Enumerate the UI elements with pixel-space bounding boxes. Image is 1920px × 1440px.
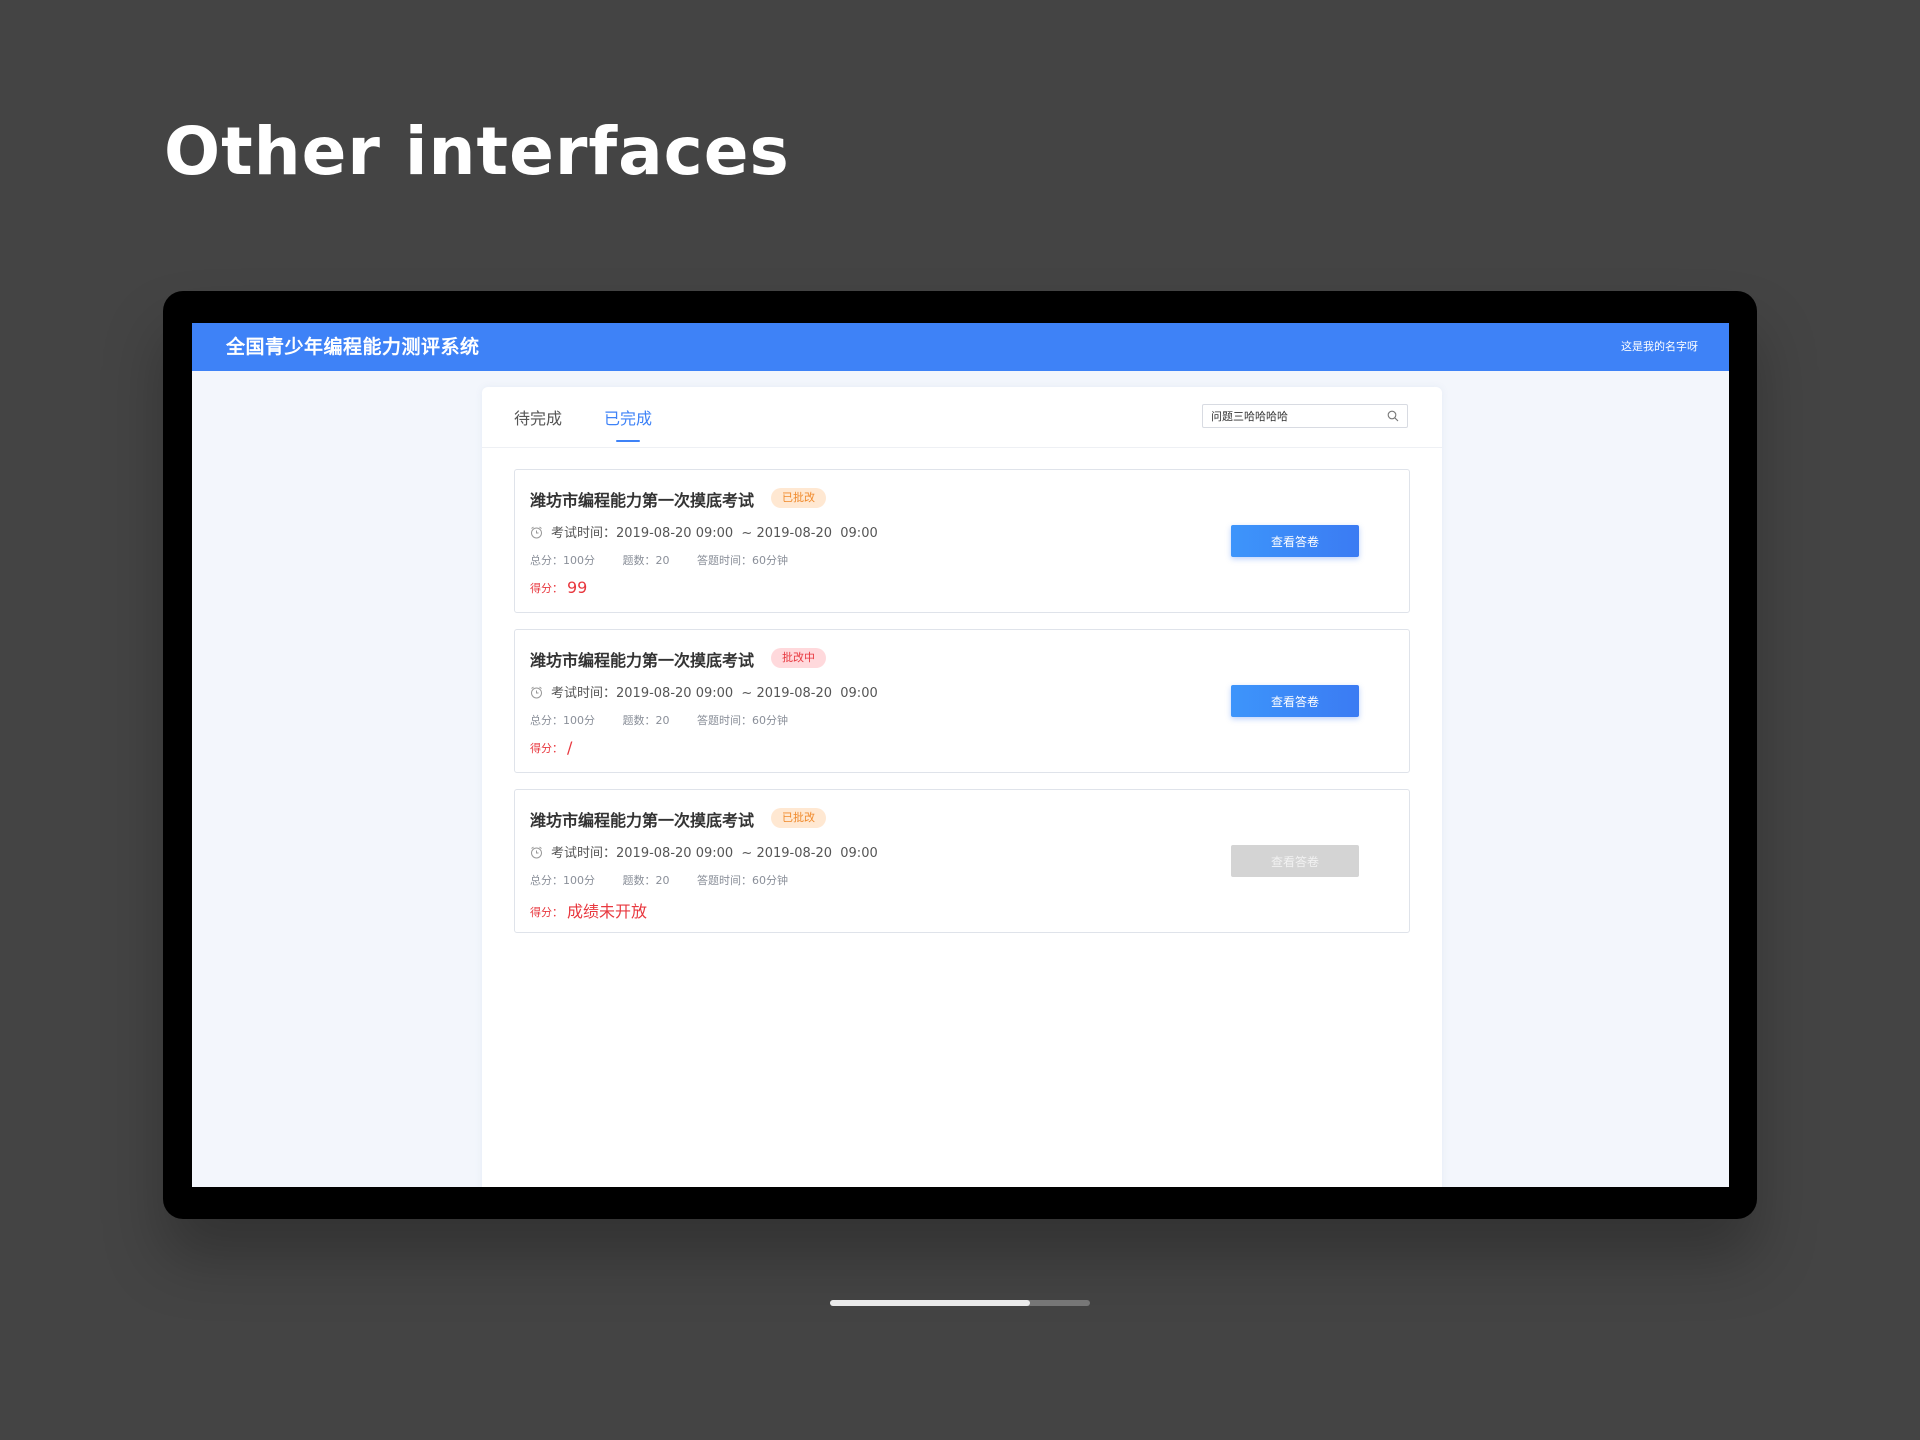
top-bar: 全国青少年编程能力测评系统 这是我的名字呀 bbox=[192, 323, 1729, 371]
exam-time-row: 考试时间：2019-08-20 09:00 ~ 2019-08-20 09:00 bbox=[530, 682, 878, 701]
status-badge: 已批改 bbox=[771, 808, 826, 828]
tab-pending[interactable]: 待完成 bbox=[514, 405, 562, 441]
exam-meta-row: 总分：100分 题数：20 答题时间：60分钟 bbox=[530, 552, 812, 568]
answer-duration: 答题时间：60分钟 bbox=[697, 714, 788, 727]
search-input[interactable] bbox=[1211, 405, 1381, 427]
clock-icon bbox=[531, 526, 542, 539]
exam-meta-row: 总分：100分 题数：20 答题时间：60分钟 bbox=[530, 872, 812, 888]
exam-time-label: 考试时间： bbox=[551, 686, 617, 701]
score-label: 得分： bbox=[530, 742, 563, 755]
score-row: 得分： / bbox=[530, 738, 572, 757]
search-icon[interactable] bbox=[1387, 410, 1399, 422]
view-answers-button[interactable]: 查看答卷 bbox=[1231, 685, 1359, 717]
question-count: 题数：20 bbox=[622, 874, 670, 887]
status-badge: 已批改 bbox=[771, 488, 826, 508]
question-count: 题数：20 bbox=[622, 714, 670, 727]
main-panel: 待完成 已完成 潍坊市编程能力第一次摸底考试 已批改 考试时间：2019-08-… bbox=[482, 387, 1442, 1187]
exam-card: 潍坊市编程能力第一次摸底考试 已批改 考试时间：2019-08-20 09:00… bbox=[514, 789, 1410, 933]
exam-title: 潍坊市编程能力第一次摸底考试 bbox=[530, 651, 755, 670]
exam-time-label: 考试时间： bbox=[551, 526, 617, 541]
exam-title: 潍坊市编程能力第一次摸底考试 bbox=[530, 811, 755, 830]
question-count: 题数：20 bbox=[622, 554, 670, 567]
score-value: 成绩未开放 bbox=[567, 902, 648, 921]
exam-time-range: 2019-08-20 09:00 ~ 2019-08-20 09:00 bbox=[616, 686, 878, 701]
total-score: 总分：100分 bbox=[530, 874, 595, 887]
score-row: 得分： 成绩未开放 bbox=[530, 898, 647, 922]
total-score: 总分：100分 bbox=[530, 554, 595, 567]
user-name[interactable]: 这是我的名字呀 bbox=[1621, 323, 1698, 371]
view-answers-button: 查看答卷 bbox=[1231, 845, 1359, 877]
search-box[interactable] bbox=[1202, 404, 1408, 428]
clock-icon bbox=[531, 686, 542, 699]
exam-time-row: 考试时间：2019-08-20 09:00 ~ 2019-08-20 09:00 bbox=[530, 522, 878, 541]
answer-duration: 答题时间：60分钟 bbox=[697, 874, 788, 887]
score-value: / bbox=[567, 738, 573, 757]
exam-time-row: 考试时间：2019-08-20 09:00 ~ 2019-08-20 09:00 bbox=[530, 842, 878, 861]
total-score: 总分：100分 bbox=[530, 714, 595, 727]
answer-duration: 答题时间：60分钟 bbox=[697, 554, 788, 567]
score-value: 99 bbox=[567, 578, 588, 597]
app-screen: 全国青少年编程能力测评系统 这是我的名字呀 待完成 已完成 潍坊市编程能力第一次… bbox=[192, 323, 1729, 1187]
status-badge: 批改中 bbox=[771, 648, 826, 668]
score-label: 得分： bbox=[530, 906, 563, 919]
exam-meta-row: 总分：100分 题数：20 答题时间：60分钟 bbox=[530, 712, 812, 728]
score-label: 得分： bbox=[530, 582, 563, 595]
page-heading: Other interfaces bbox=[164, 113, 790, 190]
exam-time-range: 2019-08-20 09:00 ~ 2019-08-20 09:00 bbox=[616, 526, 878, 541]
tab-completed[interactable]: 已完成 bbox=[604, 405, 652, 442]
page-scrollbar[interactable] bbox=[830, 1300, 1090, 1306]
exam-title: 潍坊市编程能力第一次摸底考试 bbox=[530, 491, 755, 510]
view-answers-button[interactable]: 查看答卷 bbox=[1231, 525, 1359, 557]
exam-card: 潍坊市编程能力第一次摸底考试 批改中 考试时间：2019-08-20 09:00… bbox=[514, 629, 1410, 773]
scrollbar-thumb[interactable] bbox=[830, 1300, 1031, 1306]
app-title: 全国青少年编程能力测评系统 bbox=[226, 336, 480, 358]
exam-time-label: 考试时间： bbox=[551, 846, 617, 861]
clock-icon bbox=[531, 846, 542, 859]
score-row: 得分： 99 bbox=[530, 578, 587, 597]
tab-bar: 待完成 已完成 bbox=[482, 387, 1442, 448]
exam-card: 潍坊市编程能力第一次摸底考试 已批改 考试时间：2019-08-20 09:00… bbox=[514, 469, 1410, 613]
exam-time-range: 2019-08-20 09:00 ~ 2019-08-20 09:00 bbox=[616, 846, 878, 861]
